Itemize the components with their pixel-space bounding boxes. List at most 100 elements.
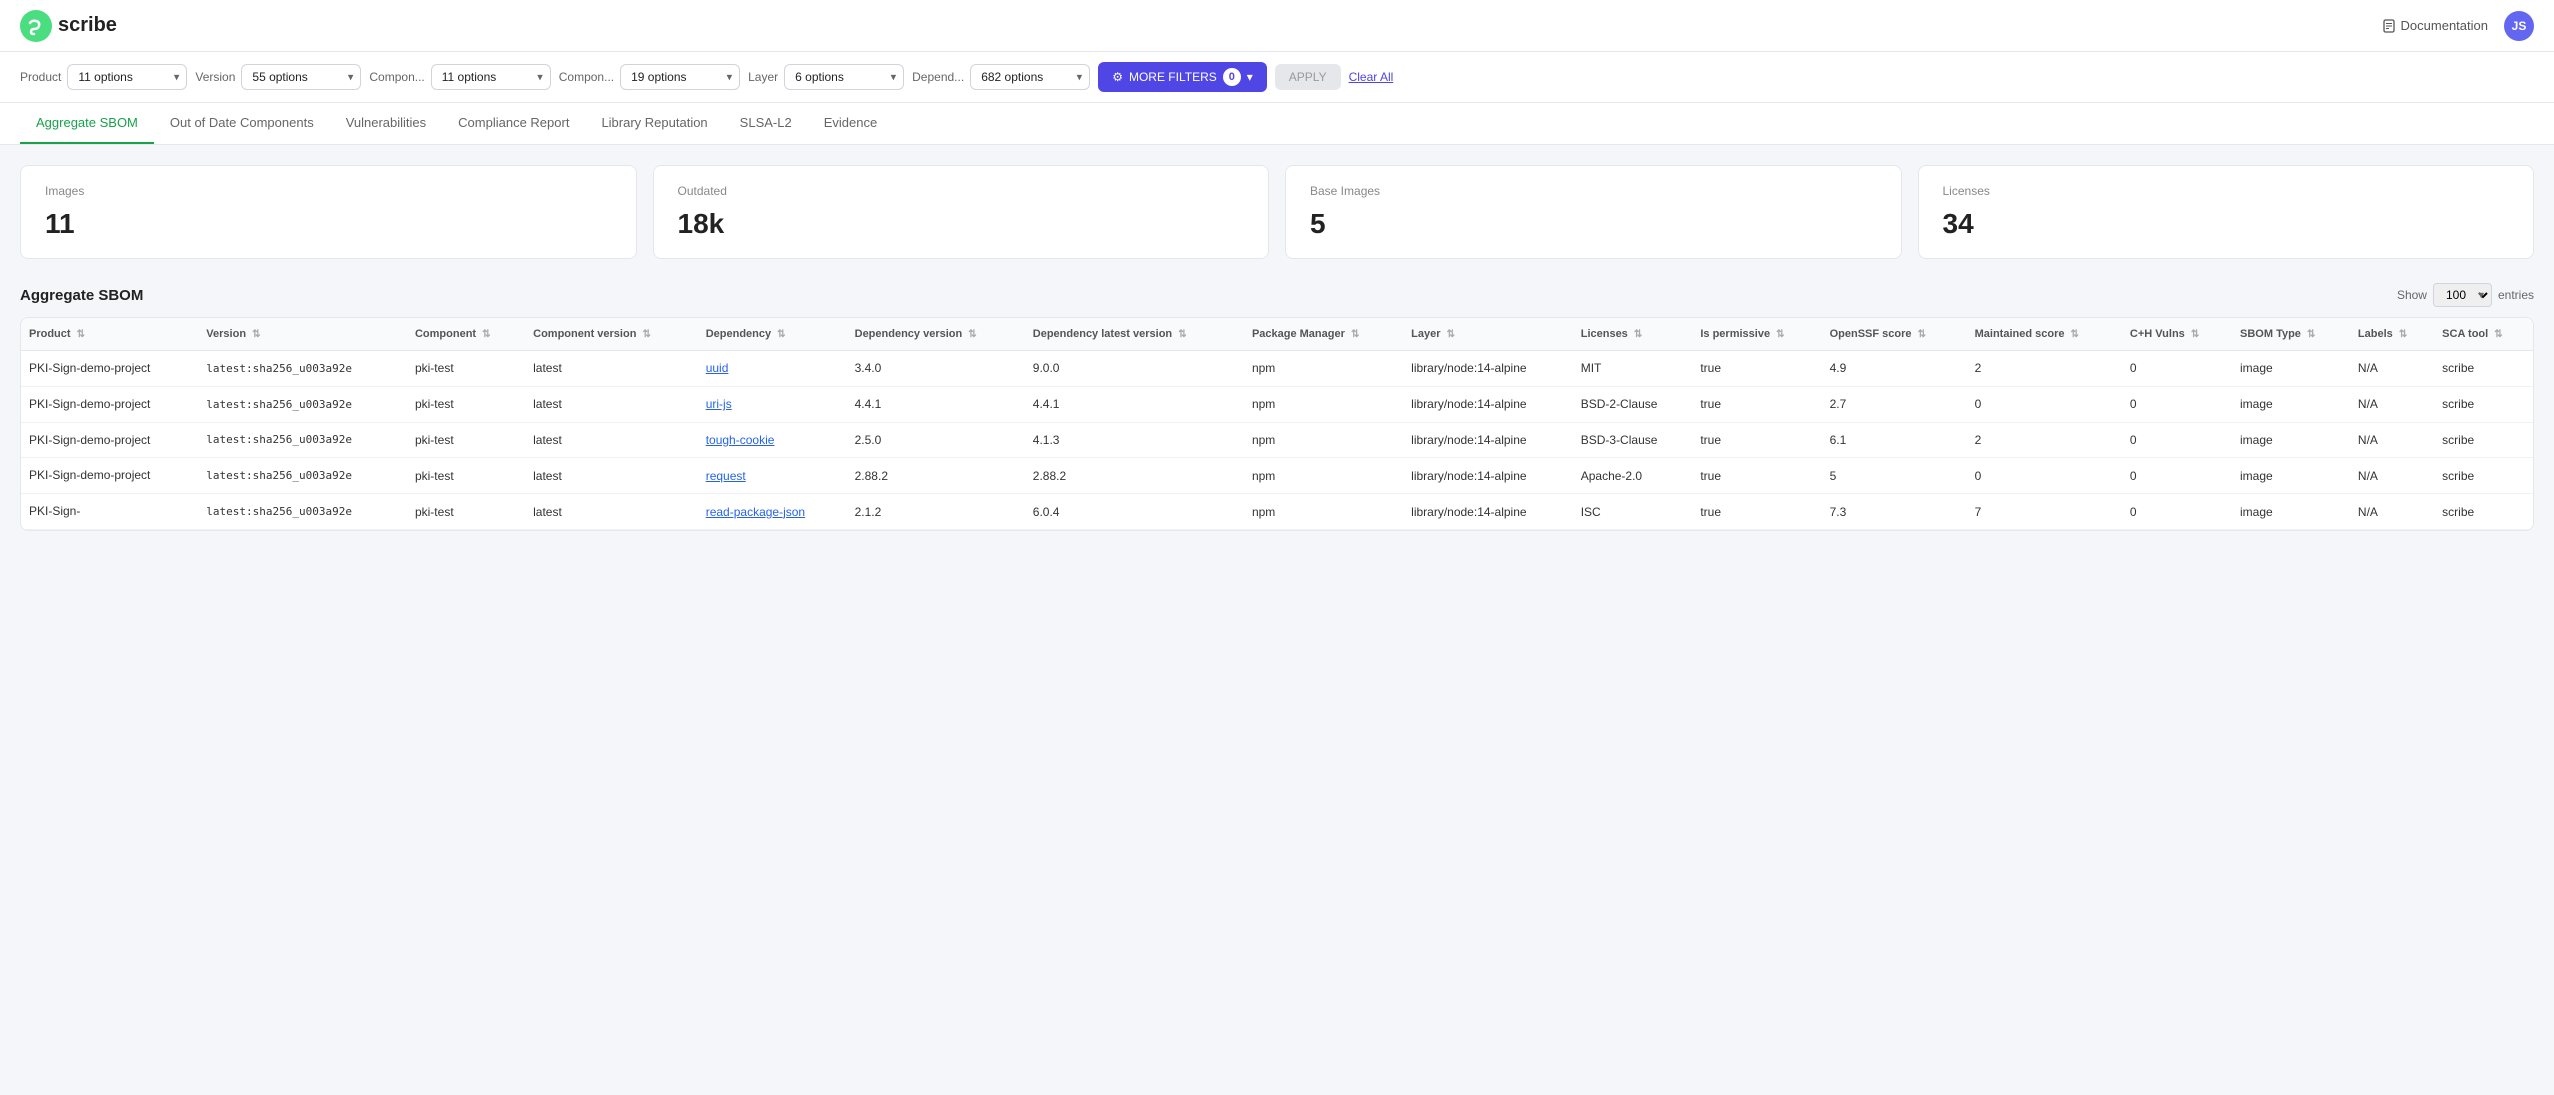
tab-slsa[interactable]: SLSA-L2: [724, 103, 808, 144]
col-openssf[interactable]: OpenSSF score ⇅: [1822, 318, 1967, 351]
component-filter-group: Compon... 11 options: [369, 64, 550, 90]
cell-dep-latest: 6.0.4: [1025, 494, 1244, 530]
layer-select[interactable]: 6 options: [784, 64, 904, 90]
layer-select-wrapper: 6 options: [784, 64, 904, 90]
version-select-wrapper: 55 options: [241, 64, 361, 90]
component2-select[interactable]: 19 options: [620, 64, 740, 90]
cell-labels: N/A: [2350, 351, 2434, 387]
product-label: Product: [20, 70, 61, 84]
cell-dependency[interactable]: read-package-json: [698, 494, 847, 530]
app-name: scribe: [58, 14, 117, 37]
header: scribe Documentation JS: [0, 0, 2554, 52]
sort-icon-version: ⇅: [252, 329, 260, 340]
tab-out-of-date[interactable]: Out of Date Components: [154, 103, 330, 144]
show-entries-select[interactable]: 100: [2433, 283, 2492, 307]
col-layer[interactable]: Layer ⇅: [1403, 318, 1573, 351]
cell-comp-version: latest: [525, 386, 698, 422]
layer-filter-group: Layer 6 options: [748, 64, 904, 90]
cell-dependency[interactable]: uri-js: [698, 386, 847, 422]
cell-dep-version: 2.5.0: [847, 422, 1025, 458]
cell-pkg-manager: npm: [1244, 351, 1403, 387]
cell-version: latest:sha256_u003a92e: [198, 351, 407, 387]
col-sca-tool[interactable]: SCA tool ⇅: [2434, 318, 2533, 351]
summary-cards-row: Images 11 Outdated 18k Base Images 5 Lic…: [0, 145, 2554, 279]
doc-icon: [2382, 19, 2396, 33]
sort-icon-pkg-manager: ⇅: [1351, 329, 1359, 340]
cell-comp-version: latest: [525, 458, 698, 494]
cell-labels: N/A: [2350, 494, 2434, 530]
col-sbom-type[interactable]: SBOM Type ⇅: [2232, 318, 2350, 351]
cell-dependency[interactable]: tough-cookie: [698, 422, 847, 458]
cell-comp-version: latest: [525, 494, 698, 530]
data-table: Product ⇅ Version ⇅ Component ⇅ Componen…: [21, 318, 2533, 530]
sort-icon-component: ⇅: [482, 329, 490, 340]
col-product[interactable]: Product ⇅: [21, 318, 198, 351]
col-comp-version[interactable]: Component version ⇅: [525, 318, 698, 351]
avatar[interactable]: JS: [2504, 11, 2534, 41]
sort-icon-permissive: ⇅: [1776, 329, 1784, 340]
cell-component: pki-test: [407, 386, 525, 422]
header-right: Documentation JS: [2382, 11, 2534, 41]
depend-select-wrapper: 682 options: [970, 64, 1090, 90]
tab-compliance[interactable]: Compliance Report: [442, 103, 585, 144]
table-row: PKI-Sign-demo-project latest:sha256_u003…: [21, 351, 2533, 387]
table-title: Aggregate SBOM: [20, 287, 143, 304]
cell-sca-tool: scribe: [2434, 422, 2533, 458]
cell-sbom-type: image: [2232, 494, 2350, 530]
cell-ch-vulns: 0: [2122, 494, 2232, 530]
component2-label: Compon...: [559, 70, 614, 84]
sort-icon-dependency: ⇅: [777, 329, 785, 340]
outdated-card-title: Outdated: [678, 184, 1245, 198]
col-component[interactable]: Component ⇅: [407, 318, 525, 351]
cell-ch-vulns: 0: [2122, 458, 2232, 494]
documentation-link[interactable]: Documentation: [2382, 18, 2488, 33]
col-licenses[interactable]: Licenses ⇅: [1573, 318, 1693, 351]
cell-version: latest:sha256_u003a92e: [198, 494, 407, 530]
entries-label: entries: [2498, 288, 2534, 302]
tab-vulnerabilities[interactable]: Vulnerabilities: [330, 103, 442, 144]
col-version[interactable]: Version ⇅: [198, 318, 407, 351]
base-images-card: Base Images 5: [1285, 165, 1902, 259]
col-maintained[interactable]: Maintained score ⇅: [1967, 318, 2122, 351]
chevron-down-icon: ▾: [1247, 70, 1253, 84]
col-labels[interactable]: Labels ⇅: [2350, 318, 2434, 351]
tab-evidence[interactable]: Evidence: [808, 103, 893, 144]
clear-all-button[interactable]: Clear All: [1349, 70, 1394, 84]
col-is-permissive[interactable]: Is permissive ⇅: [1692, 318, 1821, 351]
cell-pkg-manager: npm: [1244, 386, 1403, 422]
tab-aggregate-sbom[interactable]: Aggregate SBOM: [20, 103, 154, 144]
cell-sca-tool: scribe: [2434, 458, 2533, 494]
more-filters-button[interactable]: ⚙ MORE FILTERS 0 ▾: [1098, 62, 1267, 92]
product-filter-group: Product 11 options: [20, 64, 187, 90]
show-select-wrapper: 100: [2433, 283, 2492, 307]
cell-dependency[interactable]: request: [698, 458, 847, 494]
cell-dependency[interactable]: uuid: [698, 351, 847, 387]
cell-comp-version: latest: [525, 422, 698, 458]
col-dep-latest[interactable]: Dependency latest version ⇅: [1025, 318, 1244, 351]
version-select[interactable]: 55 options: [241, 64, 361, 90]
cell-licenses: MIT: [1573, 351, 1693, 387]
apply-button[interactable]: APPLY: [1275, 64, 1341, 90]
cell-is-permissive: true: [1692, 422, 1821, 458]
cell-pkg-manager: npm: [1244, 494, 1403, 530]
table-row: PKI-Sign-demo-project latest:sha256_u003…: [21, 422, 2533, 458]
logo-icon: [20, 10, 52, 42]
col-dep-version[interactable]: Dependency version ⇅: [847, 318, 1025, 351]
depend-select[interactable]: 682 options: [970, 64, 1090, 90]
col-ch-vulns[interactable]: C+H Vulns ⇅: [2122, 318, 2232, 351]
cell-ch-vulns: 0: [2122, 422, 2232, 458]
images-card: Images 11: [20, 165, 637, 259]
tab-library-reputation[interactable]: Library Reputation: [585, 103, 723, 144]
logo: scribe: [20, 10, 117, 42]
cell-dep-latest: 4.1.3: [1025, 422, 1244, 458]
cell-openssf: 6.1: [1822, 422, 1967, 458]
cell-product: PKI-Sign-demo-project: [21, 386, 198, 422]
component-select[interactable]: 11 options: [431, 64, 551, 90]
images-card-title: Images: [45, 184, 612, 198]
col-dependency[interactable]: Dependency ⇅: [698, 318, 847, 351]
product-select[interactable]: 11 options: [67, 64, 187, 90]
cell-maintained: 2: [1967, 422, 2122, 458]
col-pkg-manager[interactable]: Package Manager ⇅: [1244, 318, 1403, 351]
cell-sbom-type: image: [2232, 351, 2350, 387]
cell-dep-latest: 4.4.1: [1025, 386, 1244, 422]
